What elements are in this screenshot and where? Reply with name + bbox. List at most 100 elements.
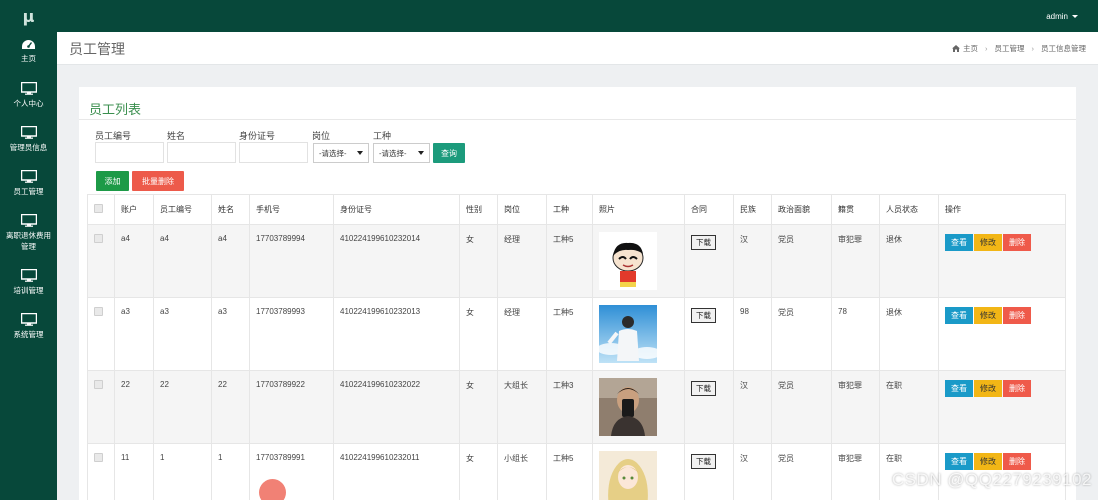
view-button[interactable]: 查看 bbox=[945, 380, 973, 397]
cell-political: 党员 bbox=[771, 224, 832, 298]
id-no-input[interactable] bbox=[239, 142, 308, 163]
cell-photo bbox=[592, 443, 685, 500]
sidebar-item-training[interactable]: 培训管理 bbox=[0, 269, 57, 296]
sidebar-item-home[interactable]: 主页 bbox=[0, 39, 57, 64]
delete-button[interactable]: 删除 bbox=[1003, 453, 1031, 470]
view-button[interactable]: 查看 bbox=[945, 234, 973, 251]
user-menu[interactable]: admin bbox=[1046, 0, 1078, 32]
delete-button[interactable]: 删除 bbox=[1003, 380, 1031, 397]
breadcrumb: 主页 › 员工管理 › 员工信息管理 bbox=[952, 43, 1086, 54]
breadcrumb-current: 员工信息管理 bbox=[1041, 44, 1086, 53]
cell-name: 1 bbox=[211, 443, 250, 500]
home-icon bbox=[952, 45, 960, 52]
cell-ethnicity: 汉 bbox=[733, 443, 772, 500]
caret-down-icon bbox=[1072, 14, 1078, 18]
cell-phone: 17703789922 bbox=[249, 370, 334, 444]
batch-delete-button[interactable]: 批量删除 bbox=[132, 171, 184, 191]
label-name: 姓名 bbox=[167, 131, 186, 141]
cell-ethnicity: 汉 bbox=[733, 224, 772, 298]
app-logo[interactable]: μ bbox=[0, 0, 57, 32]
cell-post: 小组长 bbox=[497, 443, 547, 500]
name-input[interactable] bbox=[167, 142, 236, 163]
cell-account: a3 bbox=[114, 297, 154, 371]
sidebar-item-profile[interactable]: 个人中心 bbox=[0, 82, 57, 109]
sidebar-item-retirement[interactable]: 离职退休费用管理 bbox=[0, 214, 57, 252]
column-header: 岗位 bbox=[497, 194, 547, 225]
breadcrumb-employee[interactable]: 员工管理 bbox=[995, 43, 1025, 54]
sidebar-item-employee[interactable]: 员工管理 bbox=[0, 170, 57, 197]
chevron-down-icon bbox=[418, 151, 424, 155]
cell-name: a3 bbox=[211, 297, 250, 371]
column-header: 员工编号 bbox=[153, 194, 212, 225]
cell-post: 大组长 bbox=[497, 370, 547, 444]
breadcrumb-separator: › bbox=[985, 44, 988, 53]
row-checkbox[interactable] bbox=[94, 234, 103, 243]
column-header: 身份证号 bbox=[333, 194, 460, 225]
select-all-checkbox[interactable] bbox=[94, 204, 103, 213]
query-button[interactable]: 查询 bbox=[433, 143, 465, 163]
cell-contract: 下载 bbox=[684, 443, 734, 500]
header-checkbox-cell bbox=[87, 194, 115, 225]
post-select-value: -请选择- bbox=[319, 148, 347, 158]
edit-button[interactable]: 修改 bbox=[974, 307, 1002, 324]
post-select[interactable]: -请选择- bbox=[313, 143, 369, 163]
monitor-icon bbox=[20, 170, 37, 183]
cell-post: 经理 bbox=[497, 224, 547, 298]
sidebar-item-admin-info[interactable]: 管理员信息 bbox=[0, 126, 57, 153]
breadcrumb-home[interactable]: 主页 bbox=[963, 43, 978, 54]
cell-name: a4 bbox=[211, 224, 250, 298]
label-id-no: 身份证号 bbox=[239, 131, 276, 141]
add-button[interactable]: 添加 bbox=[96, 171, 129, 191]
cell-political: 党员 bbox=[771, 443, 832, 500]
cell-phone: 17703789993 bbox=[249, 297, 334, 371]
page-header: 员工管理 主页 › 员工管理 › 员工信息管理 bbox=[57, 32, 1098, 65]
label-type: 工种 bbox=[373, 131, 392, 141]
download-contract-button[interactable]: 下载 bbox=[691, 308, 716, 323]
sidebar-item-label: 个人中心 bbox=[13, 99, 44, 108]
view-button[interactable]: 查看 bbox=[945, 453, 973, 470]
sidebar-item-label: 员工管理 bbox=[13, 187, 44, 196]
type-select-value: -请选择- bbox=[379, 148, 407, 158]
row-checkbox[interactable] bbox=[94, 453, 103, 462]
delete-button[interactable]: 删除 bbox=[1003, 234, 1031, 251]
download-contract-button[interactable]: 下载 bbox=[691, 235, 716, 250]
type-select[interactable]: -请选择- bbox=[373, 143, 430, 163]
label-emp-no: 员工编号 bbox=[95, 131, 132, 141]
cell-type: 工种3 bbox=[546, 370, 593, 444]
sidebar-item-system[interactable]: 系统管理 bbox=[0, 313, 57, 340]
anime-girl-photo bbox=[599, 451, 657, 500]
row-checkbox[interactable] bbox=[94, 380, 103, 389]
sidebar-item-label: 离职退休费用管理 bbox=[6, 231, 51, 251]
edit-button[interactable]: 修改 bbox=[974, 453, 1002, 470]
edit-button[interactable]: 修改 bbox=[974, 234, 1002, 251]
sidebar-item-label: 培训管理 bbox=[13, 286, 44, 295]
table-row: a4 a4 a4 17703789994 410224199610232014 … bbox=[87, 224, 1066, 298]
cell-hometown: 78 bbox=[831, 297, 880, 371]
view-button[interactable]: 查看 bbox=[945, 307, 973, 324]
download-contract-button[interactable]: 下载 bbox=[691, 454, 716, 469]
row-checkbox-cell bbox=[87, 443, 115, 500]
emp-no-input[interactable] bbox=[95, 142, 164, 163]
table-header-row: 账户 员工编号 姓名 手机号 身份证号 性别 岗位 工种 照片 合同 民族 政治… bbox=[87, 194, 1066, 225]
chevron-down-icon bbox=[357, 151, 363, 155]
column-header: 操作 bbox=[938, 194, 1066, 225]
row-checkbox[interactable] bbox=[94, 307, 103, 316]
cell-id-no: 410224199610232013 bbox=[333, 297, 460, 371]
cell-gender: 女 bbox=[459, 443, 498, 500]
row-checkbox-cell bbox=[87, 370, 115, 444]
cell-contract: 下载 bbox=[684, 370, 734, 444]
cell-contract: 下载 bbox=[684, 224, 734, 298]
cell-emp-no: a4 bbox=[153, 224, 212, 298]
cell-photo bbox=[592, 224, 685, 298]
download-contract-button[interactable]: 下载 bbox=[691, 381, 716, 396]
edit-button[interactable]: 修改 bbox=[974, 380, 1002, 397]
cell-id-no: 410224199610232014 bbox=[333, 224, 460, 298]
column-header: 籍贯 bbox=[831, 194, 880, 225]
column-header: 姓名 bbox=[211, 194, 250, 225]
monitor-icon bbox=[20, 126, 37, 139]
column-header: 政治面貌 bbox=[771, 194, 832, 225]
cell-status: 在职 bbox=[879, 370, 939, 444]
column-header: 人员状态 bbox=[879, 194, 939, 225]
delete-button[interactable]: 删除 bbox=[1003, 307, 1031, 324]
cell-emp-no: 22 bbox=[153, 370, 212, 444]
